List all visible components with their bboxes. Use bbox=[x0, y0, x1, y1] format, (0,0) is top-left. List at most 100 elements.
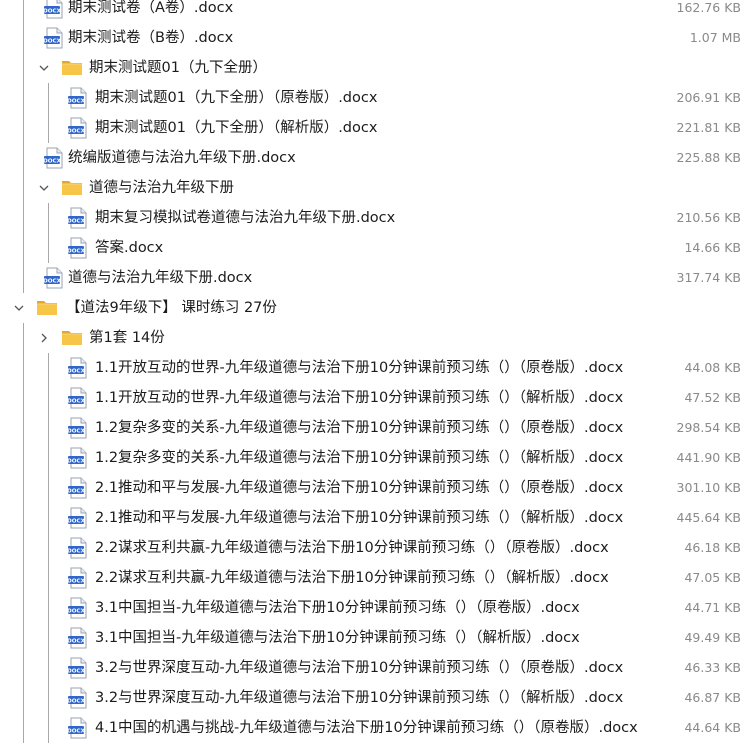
tree-guide-line bbox=[48, 353, 49, 383]
file-size: 210.56 KB bbox=[676, 210, 741, 225]
tree-guide-line bbox=[48, 83, 49, 113]
chevron-right-icon[interactable] bbox=[37, 331, 51, 345]
svg-text:DOCX: DOCX bbox=[67, 578, 86, 584]
tree-guide-line bbox=[23, 653, 24, 683]
file-row[interactable]: DOCX 3.2与世界深度互动-九年级道德与法治下册10分钟课前预习练（）（原卷版… bbox=[0, 653, 749, 683]
tree-guide-line bbox=[23, 593, 24, 623]
file-row[interactable]: DOCX 1.2复杂多变的关系-九年级道德与法治下册10分钟课前预习练（）（原卷版… bbox=[0, 413, 749, 443]
docx-file-icon: DOCX bbox=[42, 26, 66, 50]
file-row[interactable]: DOCX 期末测试题01（九下全册）（原卷版）.docx 206.91 KB bbox=[0, 83, 749, 113]
file-row[interactable]: DOCX 期末复习模拟试卷道德与法治九年级下册.docx 210.56 KB bbox=[0, 203, 749, 233]
svg-text:DOCX: DOCX bbox=[67, 98, 86, 104]
file-row[interactable]: DOCX 2.1推动和平与发展-九年级道德与法治下册10分钟课前预习练（）（解析版… bbox=[0, 503, 749, 533]
file-size: 1.07 MB bbox=[689, 30, 741, 45]
file-row[interactable]: DOCX 2.2谋求互利共赢-九年级道德与法治下册10分钟课前预习练（）（原卷版）… bbox=[0, 533, 749, 563]
docx-file-icon: DOCX bbox=[66, 566, 90, 590]
file-name: 2.1推动和平与发展-九年级道德与法治下册10分钟课前预习练（）（解析版）.do… bbox=[95, 510, 624, 526]
docx-file-icon: DOCX bbox=[66, 476, 90, 500]
svg-text:DOCX: DOCX bbox=[67, 728, 86, 734]
file-row[interactable]: DOCX 2.2谋求互利共赢-九年级道德与法治下册10分钟课前预习练（）（解析版）… bbox=[0, 563, 749, 593]
file-name: 期末测试题01（九下全册）（原卷版）.docx bbox=[95, 90, 378, 106]
tree-guide-line bbox=[23, 143, 24, 173]
tree-guide-line bbox=[23, 623, 24, 653]
svg-text:DOCX: DOCX bbox=[43, 278, 62, 284]
folder-row[interactable]: 期末测试题01（九下全册） bbox=[0, 53, 749, 83]
docx-file-icon: DOCX bbox=[66, 446, 90, 470]
folder-name: 第1套 14份 bbox=[89, 330, 165, 346]
folder-row[interactable]: 第1套 14份 bbox=[0, 323, 749, 353]
tree-guide-line bbox=[48, 653, 49, 683]
file-row[interactable]: DOCX 3.1中国担当-九年级道德与法治下册10分钟课前预习练（）（原卷版）.d… bbox=[0, 593, 749, 623]
file-row[interactable]: DOCX 1.2复杂多变的关系-九年级道德与法治下册10分钟课前预习练（）（解析版… bbox=[0, 443, 749, 473]
file-row[interactable]: DOCX 答案.docx 14.66 KB bbox=[0, 233, 749, 263]
file-row[interactable]: DOCX 道德与法治九年级下册.docx 317.74 KB bbox=[0, 263, 749, 293]
file-tree: DOCX 期末测试卷（A卷）.docx 162.76 KB DOCX 期末测试卷（B卷）… bbox=[0, 0, 749, 743]
file-name: 2.2谋求互利共赢-九年级道德与法治下册10分钟课前预习练（）（原卷版）.doc… bbox=[95, 540, 609, 556]
docx-file-icon: DOCX bbox=[42, 146, 66, 170]
tree-guide-line bbox=[23, 533, 24, 563]
docx-file-icon: DOCX bbox=[66, 656, 90, 680]
tree-guide-line bbox=[23, 563, 24, 593]
chevron-down-icon[interactable] bbox=[12, 301, 26, 315]
tree-guide-line bbox=[48, 203, 49, 233]
file-size: 46.33 KB bbox=[684, 660, 741, 675]
file-row[interactable]: DOCX 期末测试题01（九下全册）（解析版）.docx 221.81 KB bbox=[0, 113, 749, 143]
file-size: 441.90 KB bbox=[676, 450, 741, 465]
folder-name: 【道法9年级下】 课时练习 27份 bbox=[66, 300, 277, 316]
docx-file-icon: DOCX bbox=[66, 626, 90, 650]
svg-text:DOCX: DOCX bbox=[67, 368, 86, 374]
file-row[interactable]: DOCX 期末测试卷（B卷）.docx 1.07 MB bbox=[0, 23, 749, 53]
file-size: 47.05 KB bbox=[684, 570, 741, 585]
tree-guide-line bbox=[23, 173, 24, 203]
svg-text:DOCX: DOCX bbox=[67, 218, 86, 224]
tree-guide-line bbox=[23, 683, 24, 713]
docx-file-icon: DOCX bbox=[42, 266, 66, 290]
svg-text:DOCX: DOCX bbox=[67, 458, 86, 464]
folder-row[interactable]: 道德与法治九年级下册 bbox=[0, 173, 749, 203]
chevron-down-icon[interactable] bbox=[37, 61, 51, 75]
file-size: 298.54 KB bbox=[676, 420, 741, 435]
tree-guide-line bbox=[23, 0, 24, 23]
file-row[interactable]: DOCX 3.2与世界深度互动-九年级道德与法治下册10分钟课前预习练（）（解析版… bbox=[0, 683, 749, 713]
docx-file-icon: DOCX bbox=[66, 416, 90, 440]
file-name: 期末测试卷（B卷）.docx bbox=[68, 30, 234, 46]
tree-guide-line bbox=[23, 323, 24, 353]
docx-file-icon: DOCX bbox=[66, 116, 90, 140]
tree-guide-line bbox=[23, 353, 24, 383]
svg-text:DOCX: DOCX bbox=[67, 488, 86, 494]
file-row[interactable]: DOCX 统编版道德与法治九年级下册.docx 225.88 KB bbox=[0, 143, 749, 173]
tree-guide-line bbox=[23, 23, 24, 53]
svg-text:DOCX: DOCX bbox=[67, 668, 86, 674]
file-name: 2.1推动和平与发展-九年级道德与法治下册10分钟课前预习练（）（原卷版）.do… bbox=[95, 480, 624, 496]
file-name: 1.1开放互动的世界-九年级道德与法治下册10分钟课前预习练（）（原卷版）.do… bbox=[95, 360, 624, 376]
tree-guide-line bbox=[23, 83, 24, 113]
docx-file-icon: DOCX bbox=[66, 506, 90, 530]
tree-guide-line bbox=[48, 623, 49, 653]
file-row[interactable]: DOCX 3.1中国担当-九年级道德与法治下册10分钟课前预习练（）（解析版）.d… bbox=[0, 623, 749, 653]
file-size: 206.91 KB bbox=[676, 90, 741, 105]
file-row[interactable]: DOCX 2.1推动和平与发展-九年级道德与法治下册10分钟课前预习练（）（原卷版… bbox=[0, 473, 749, 503]
tree-guide-line bbox=[23, 473, 24, 503]
chevron-down-icon[interactable] bbox=[37, 181, 51, 195]
folder-row[interactable]: 【道法9年级下】 课时练习 27份 bbox=[0, 293, 749, 323]
file-size: 221.81 KB bbox=[676, 120, 741, 135]
file-size: 225.88 KB bbox=[676, 150, 741, 165]
file-name: 期末测试卷（A卷）.docx bbox=[68, 0, 234, 16]
file-row[interactable]: DOCX 1.1开放互动的世界-九年级道德与法治下册10分钟课前预习练（）（解析版… bbox=[0, 383, 749, 413]
file-row[interactable]: DOCX 期末测试卷（A卷）.docx 162.76 KB bbox=[0, 0, 749, 23]
file-size: 44.71 KB bbox=[684, 600, 741, 615]
svg-text:DOCX: DOCX bbox=[67, 518, 86, 524]
tree-guide-line bbox=[48, 233, 49, 263]
folder-icon bbox=[35, 295, 59, 319]
file-size: 301.10 KB bbox=[676, 480, 741, 495]
docx-file-icon: DOCX bbox=[66, 716, 90, 740]
tree-guide-line bbox=[48, 533, 49, 563]
file-size: 317.74 KB bbox=[676, 270, 741, 285]
file-size: 46.18 KB bbox=[684, 540, 741, 555]
file-size: 445.64 KB bbox=[676, 510, 741, 525]
file-name: 期末复习模拟试卷道德与法治九年级下册.docx bbox=[95, 210, 396, 226]
file-row[interactable]: DOCX 1.1开放互动的世界-九年级道德与法治下册10分钟课前预习练（）（原卷版… bbox=[0, 353, 749, 383]
docx-file-icon: DOCX bbox=[42, 0, 66, 20]
docx-file-icon: DOCX bbox=[66, 86, 90, 110]
folder-name: 道德与法治九年级下册 bbox=[89, 180, 234, 196]
